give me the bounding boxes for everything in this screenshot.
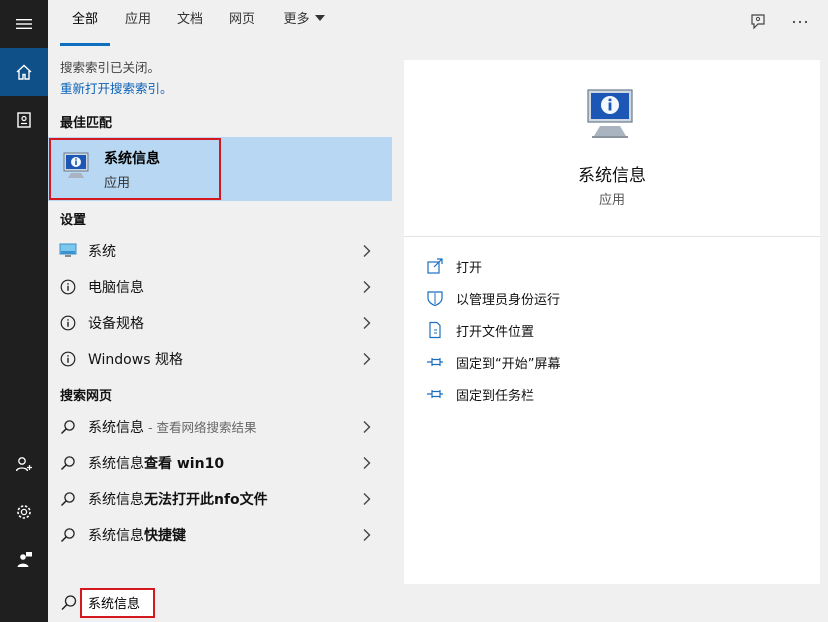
action-label: 固定到“开始”屏幕	[456, 357, 561, 372]
account-button[interactable]	[0, 440, 48, 488]
settings-item-system[interactable]: 系统	[48, 233, 392, 269]
tab-apps[interactable]: 应用	[114, 0, 162, 46]
chevron-right-icon	[363, 493, 371, 505]
settings-header: 设置	[60, 213, 87, 228]
tab-web[interactable]: 网页	[218, 0, 266, 46]
preview-title: 系统信息	[578, 166, 646, 186]
feedback-button[interactable]	[0, 536, 48, 584]
action-label: 打开	[456, 261, 483, 276]
system-info-large-icon	[587, 89, 633, 138]
ellipsis-icon	[792, 20, 808, 24]
chevron-right-icon	[363, 457, 371, 469]
pin-icon	[427, 358, 443, 366]
search-icon	[61, 595, 77, 611]
settings-item-label: 设备规格	[88, 316, 144, 332]
home-button[interactable]	[0, 48, 48, 96]
info-icon	[60, 279, 76, 295]
add-person-icon	[15, 457, 32, 472]
feedback-icon	[751, 14, 765, 30]
chevron-right-icon	[363, 281, 371, 293]
open-icon	[427, 258, 443, 274]
best-match-header: 最佳匹配	[60, 116, 113, 131]
notebook-icon	[17, 112, 31, 128]
search-input[interactable]	[88, 595, 148, 610]
system-info-app-icon	[63, 152, 89, 178]
info-icon	[60, 315, 76, 331]
search-bar	[48, 584, 828, 622]
action-label: 固定到任务栏	[456, 389, 535, 404]
chevron-right-icon	[363, 421, 371, 433]
chevron-down-icon	[314, 15, 325, 21]
tab-documents[interactable]: 文档	[166, 0, 214, 46]
chevron-right-icon	[363, 317, 371, 329]
chevron-right-icon	[363, 529, 371, 541]
action-open[interactable]: 打开	[426, 254, 806, 278]
settings-item-device-specs[interactable]: 设备规格	[48, 305, 392, 341]
action-pin-to-taskbar[interactable]: 固定到任务栏	[426, 382, 806, 406]
settings-item-windows-specs[interactable]: Windows 规格	[48, 341, 392, 377]
search-icon	[60, 420, 75, 435]
action-open-file-location[interactable]: 打开文件位置	[426, 318, 806, 342]
settings-item-label: Windows 规格	[88, 352, 183, 368]
feedback-person-icon	[17, 552, 32, 567]
action-label: 打开文件位置	[456, 325, 535, 340]
preview-divider	[404, 236, 820, 237]
chevron-right-icon	[363, 353, 371, 365]
best-match-type: 应用	[104, 176, 131, 191]
monitor-icon	[59, 243, 77, 257]
home-icon	[16, 64, 32, 80]
file-location-icon	[429, 321, 441, 339]
settings-button[interactable]	[0, 488, 48, 536]
search-scope-tabs: 全部 应用 文档 网页 更多	[48, 0, 828, 48]
search-icon	[60, 528, 75, 543]
web-result-item[interactable]: 系统信息查看 win10	[48, 445, 392, 481]
left-rail	[0, 0, 48, 622]
web-result-item[interactable]: 系统信息 - 查看网络搜索结果	[48, 409, 392, 445]
web-search-header: 搜索网页	[60, 389, 113, 404]
gear-icon	[17, 505, 31, 519]
reenable-index-link[interactable]: 重新打开搜索索引。	[60, 78, 173, 97]
results-pane: 搜索索引已关闭。 重新打开搜索索引。 最佳匹配 系统信息 应用 设置 系统 电脑…	[48, 48, 392, 584]
annotation-highlight-box	[80, 588, 155, 618]
index-off-notice: 搜索索引已关闭。	[60, 60, 161, 75]
settings-item-label: 系统	[88, 244, 116, 260]
preview-pane: 系统信息 应用 打开 以管理员身份运行 打开文件位置 固定到“开始”屏幕 固定到…	[404, 60, 820, 584]
hamburger-menu-button[interactable]	[0, 0, 48, 48]
active-tab-indicator	[60, 43, 110, 46]
hamburger-icon	[16, 19, 32, 29]
web-result-item[interactable]: 系统信息无法打开此nfo文件	[48, 481, 392, 517]
preview-type: 应用	[598, 193, 625, 208]
best-match-item[interactable]: 系统信息 应用	[48, 137, 392, 201]
feedback-top-button[interactable]	[746, 10, 770, 34]
best-match-title: 系统信息	[104, 151, 160, 167]
action-run-as-admin[interactable]: 以管理员身份运行	[426, 286, 806, 310]
search-icon	[60, 456, 75, 471]
tab-more[interactable]: 更多	[274, 0, 334, 46]
pin-icon	[427, 390, 443, 398]
notebook-button[interactable]	[0, 96, 48, 144]
action-label: 以管理员身份运行	[456, 293, 561, 308]
web-result-text: 系统信息 - 查看网络搜索结果	[88, 420, 257, 436]
search-icon	[60, 492, 75, 507]
tab-all[interactable]: 全部	[60, 0, 110, 46]
settings-item-label: 电脑信息	[88, 280, 144, 296]
web-result-text: 系统信息查看 win10	[88, 456, 225, 472]
tab-more-label: 更多	[283, 12, 310, 27]
settings-item-pc-info[interactable]: 电脑信息	[48, 269, 392, 305]
action-pin-to-start[interactable]: 固定到“开始”屏幕	[426, 350, 806, 374]
more-options-button[interactable]	[788, 10, 812, 34]
web-result-text: 系统信息无法打开此nfo文件	[88, 492, 268, 508]
shield-icon	[427, 291, 443, 307]
chevron-right-icon	[363, 245, 371, 257]
web-result-item[interactable]: 系统信息快捷键	[48, 517, 392, 553]
info-icon	[60, 351, 76, 367]
web-result-text: 系统信息快捷键	[88, 528, 186, 544]
